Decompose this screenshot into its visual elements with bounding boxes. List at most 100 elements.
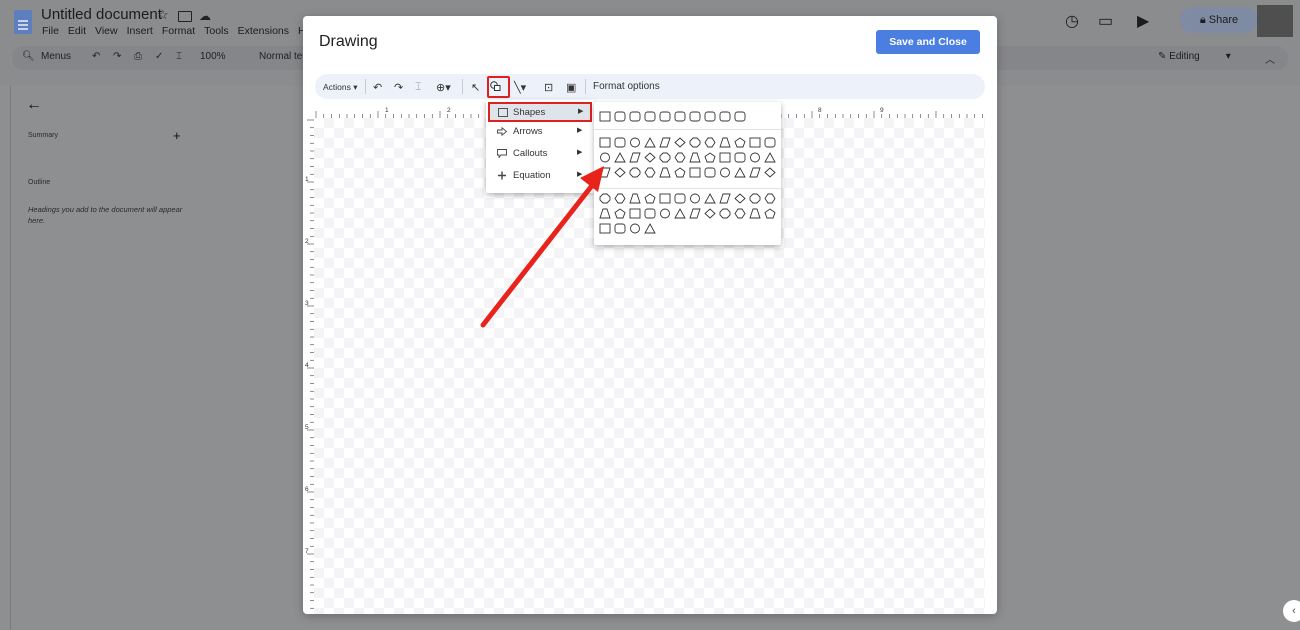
shape-option-icon[interactable]: [599, 208, 611, 219]
shape-option-icon[interactable]: [704, 152, 716, 163]
redo-icon[interactable]: ↷: [113, 51, 121, 62]
undo-icon[interactable]: ↶: [92, 51, 100, 62]
shape-option-icon[interactable]: [614, 137, 626, 148]
shape-option-icon[interactable]: [749, 208, 761, 219]
shape-option-icon[interactable]: [630, 223, 640, 234]
shape-option-icon[interactable]: [600, 152, 610, 163]
meet-icon[interactable]: ▶: [1137, 11, 1149, 31]
shape-option-icon[interactable]: [734, 137, 746, 148]
shape-option-icon[interactable]: [644, 193, 656, 204]
text-box-icon[interactable]: ⊡: [544, 81, 553, 94]
shape-option-icon[interactable]: [674, 137, 686, 148]
comment-icon[interactable]: ▭: [1098, 11, 1113, 31]
editing-mode-select[interactable]: ✎ Editing ▾: [1158, 51, 1231, 62]
shape-option-icon[interactable]: [599, 137, 611, 148]
shape-option-icon[interactable]: [734, 152, 746, 163]
shape-option-icon[interactable]: [644, 137, 656, 148]
actions-menu-button[interactable]: Actions ▾: [323, 82, 358, 93]
shape-option-icon[interactable]: [659, 111, 671, 122]
shape-option-icon[interactable]: [614, 111, 626, 122]
shape-option-icon[interactable]: [720, 167, 730, 178]
shape-option-icon[interactable]: [704, 208, 716, 219]
shape-option-icon[interactable]: [614, 208, 626, 219]
menu-insert[interactable]: Insert: [127, 25, 153, 37]
shape-option-icon[interactable]: [630, 137, 640, 148]
shape-option-icon[interactable]: [764, 167, 776, 178]
shape-option-icon[interactable]: [659, 152, 671, 163]
shape-option-icon[interactable]: [719, 111, 731, 122]
menu-view[interactable]: View: [95, 25, 118, 37]
shape-option-icon[interactable]: [644, 208, 656, 219]
menu-file[interactable]: File: [42, 25, 59, 37]
shape-option-icon[interactable]: [734, 111, 746, 122]
shape-option-icon[interactable]: [629, 208, 641, 219]
image-icon[interactable]: ▣: [566, 81, 576, 94]
shape-option-icon[interactable]: [644, 152, 656, 163]
docs-logo-icon[interactable]: [14, 10, 32, 34]
redo-icon[interactable]: ↷: [394, 81, 403, 94]
menu-item-shapes[interactable]: Shapes ▶: [488, 102, 592, 122]
shape-option-icon[interactable]: [674, 167, 686, 178]
shape-option-icon[interactable]: [704, 137, 716, 148]
shape-option-icon[interactable]: [629, 111, 641, 122]
shape-option-icon[interactable]: [719, 137, 731, 148]
shape-option-icon[interactable]: [749, 193, 761, 204]
shape-grid[interactable]: [594, 102, 781, 245]
shape-option-icon[interactable]: [749, 167, 761, 178]
avatar[interactable]: [1257, 5, 1293, 37]
back-arrow-icon[interactable]: ←: [26, 96, 42, 114]
shape-option-icon[interactable]: [659, 193, 671, 204]
style-select[interactable]: Normal te: [259, 51, 302, 62]
document-title[interactable]: Untitled document: [41, 6, 162, 23]
shape-option-icon[interactable]: [629, 167, 641, 178]
shape-option-icon[interactable]: [599, 111, 611, 122]
chevron-left-icon[interactable]: ‹: [1283, 600, 1300, 622]
shape-option-icon[interactable]: [644, 111, 656, 122]
star-icon[interactable]: ☆: [157, 7, 169, 23]
shape-option-icon[interactable]: [674, 111, 686, 122]
menu-item-equation[interactable]: Equation ▶: [486, 166, 594, 186]
zoom-select[interactable]: 100%: [200, 51, 226, 62]
shape-option-icon[interactable]: [750, 152, 760, 163]
shape-option-icon[interactable]: [614, 193, 626, 204]
shape-option-icon[interactable]: [734, 167, 746, 178]
shape-option-icon[interactable]: [599, 223, 611, 234]
shape-option-icon[interactable]: [599, 193, 611, 204]
shape-option-icon[interactable]: [764, 208, 776, 219]
menu-item-callouts[interactable]: Callouts ▶: [486, 144, 594, 164]
shape-option-icon[interactable]: [719, 208, 731, 219]
paint-format-icon[interactable]: ⌶: [176, 51, 182, 62]
shape-option-icon[interactable]: [764, 137, 776, 148]
menu-edit[interactable]: Edit: [68, 25, 86, 37]
shape-option-icon[interactable]: [764, 152, 776, 163]
shape-option-icon[interactable]: [704, 111, 716, 122]
menu-format[interactable]: Format: [162, 25, 195, 37]
undo-icon[interactable]: ↶: [373, 81, 382, 94]
chevron-up-icon[interactable]: ︿: [1265, 51, 1275, 66]
zoom-icon[interactable]: ⊕▾: [436, 81, 451, 94]
shape-option-icon[interactable]: [614, 152, 626, 163]
print-icon[interactable]: ⎙: [134, 51, 142, 62]
share-button[interactable]: 🔒︎ Share: [1180, 7, 1258, 33]
search-menus-label[interactable]: Menus: [41, 51, 71, 62]
shape-option-icon[interactable]: [674, 193, 686, 204]
shape-option-icon[interactable]: [659, 137, 671, 148]
history-icon[interactable]: ◷: [1065, 11, 1079, 31]
folder-icon[interactable]: [178, 11, 192, 22]
menu-item-arrows[interactable]: Arrows ▶: [486, 122, 594, 142]
shape-option-icon[interactable]: [689, 137, 701, 148]
shape-option-icon[interactable]: [629, 193, 641, 204]
menu-extensions[interactable]: Extensions: [238, 25, 289, 37]
select-cursor-icon[interactable]: ↖: [471, 81, 480, 94]
shape-option-icon[interactable]: [660, 208, 670, 219]
shape-option-icon[interactable]: [734, 208, 746, 219]
shape-option-icon[interactable]: [704, 167, 716, 178]
paint-format-icon[interactable]: ⌶: [415, 81, 422, 94]
shape-option-icon[interactable]: [689, 152, 701, 163]
add-summary-icon[interactable]: +: [173, 128, 181, 143]
spellcheck-icon[interactable]: ✓: [155, 51, 163, 62]
save-and-close-button[interactable]: Save and Close: [876, 30, 980, 54]
shape-option-icon[interactable]: [689, 167, 701, 178]
shape-option-icon[interactable]: [644, 167, 656, 178]
shape-option-icon[interactable]: [689, 208, 701, 219]
